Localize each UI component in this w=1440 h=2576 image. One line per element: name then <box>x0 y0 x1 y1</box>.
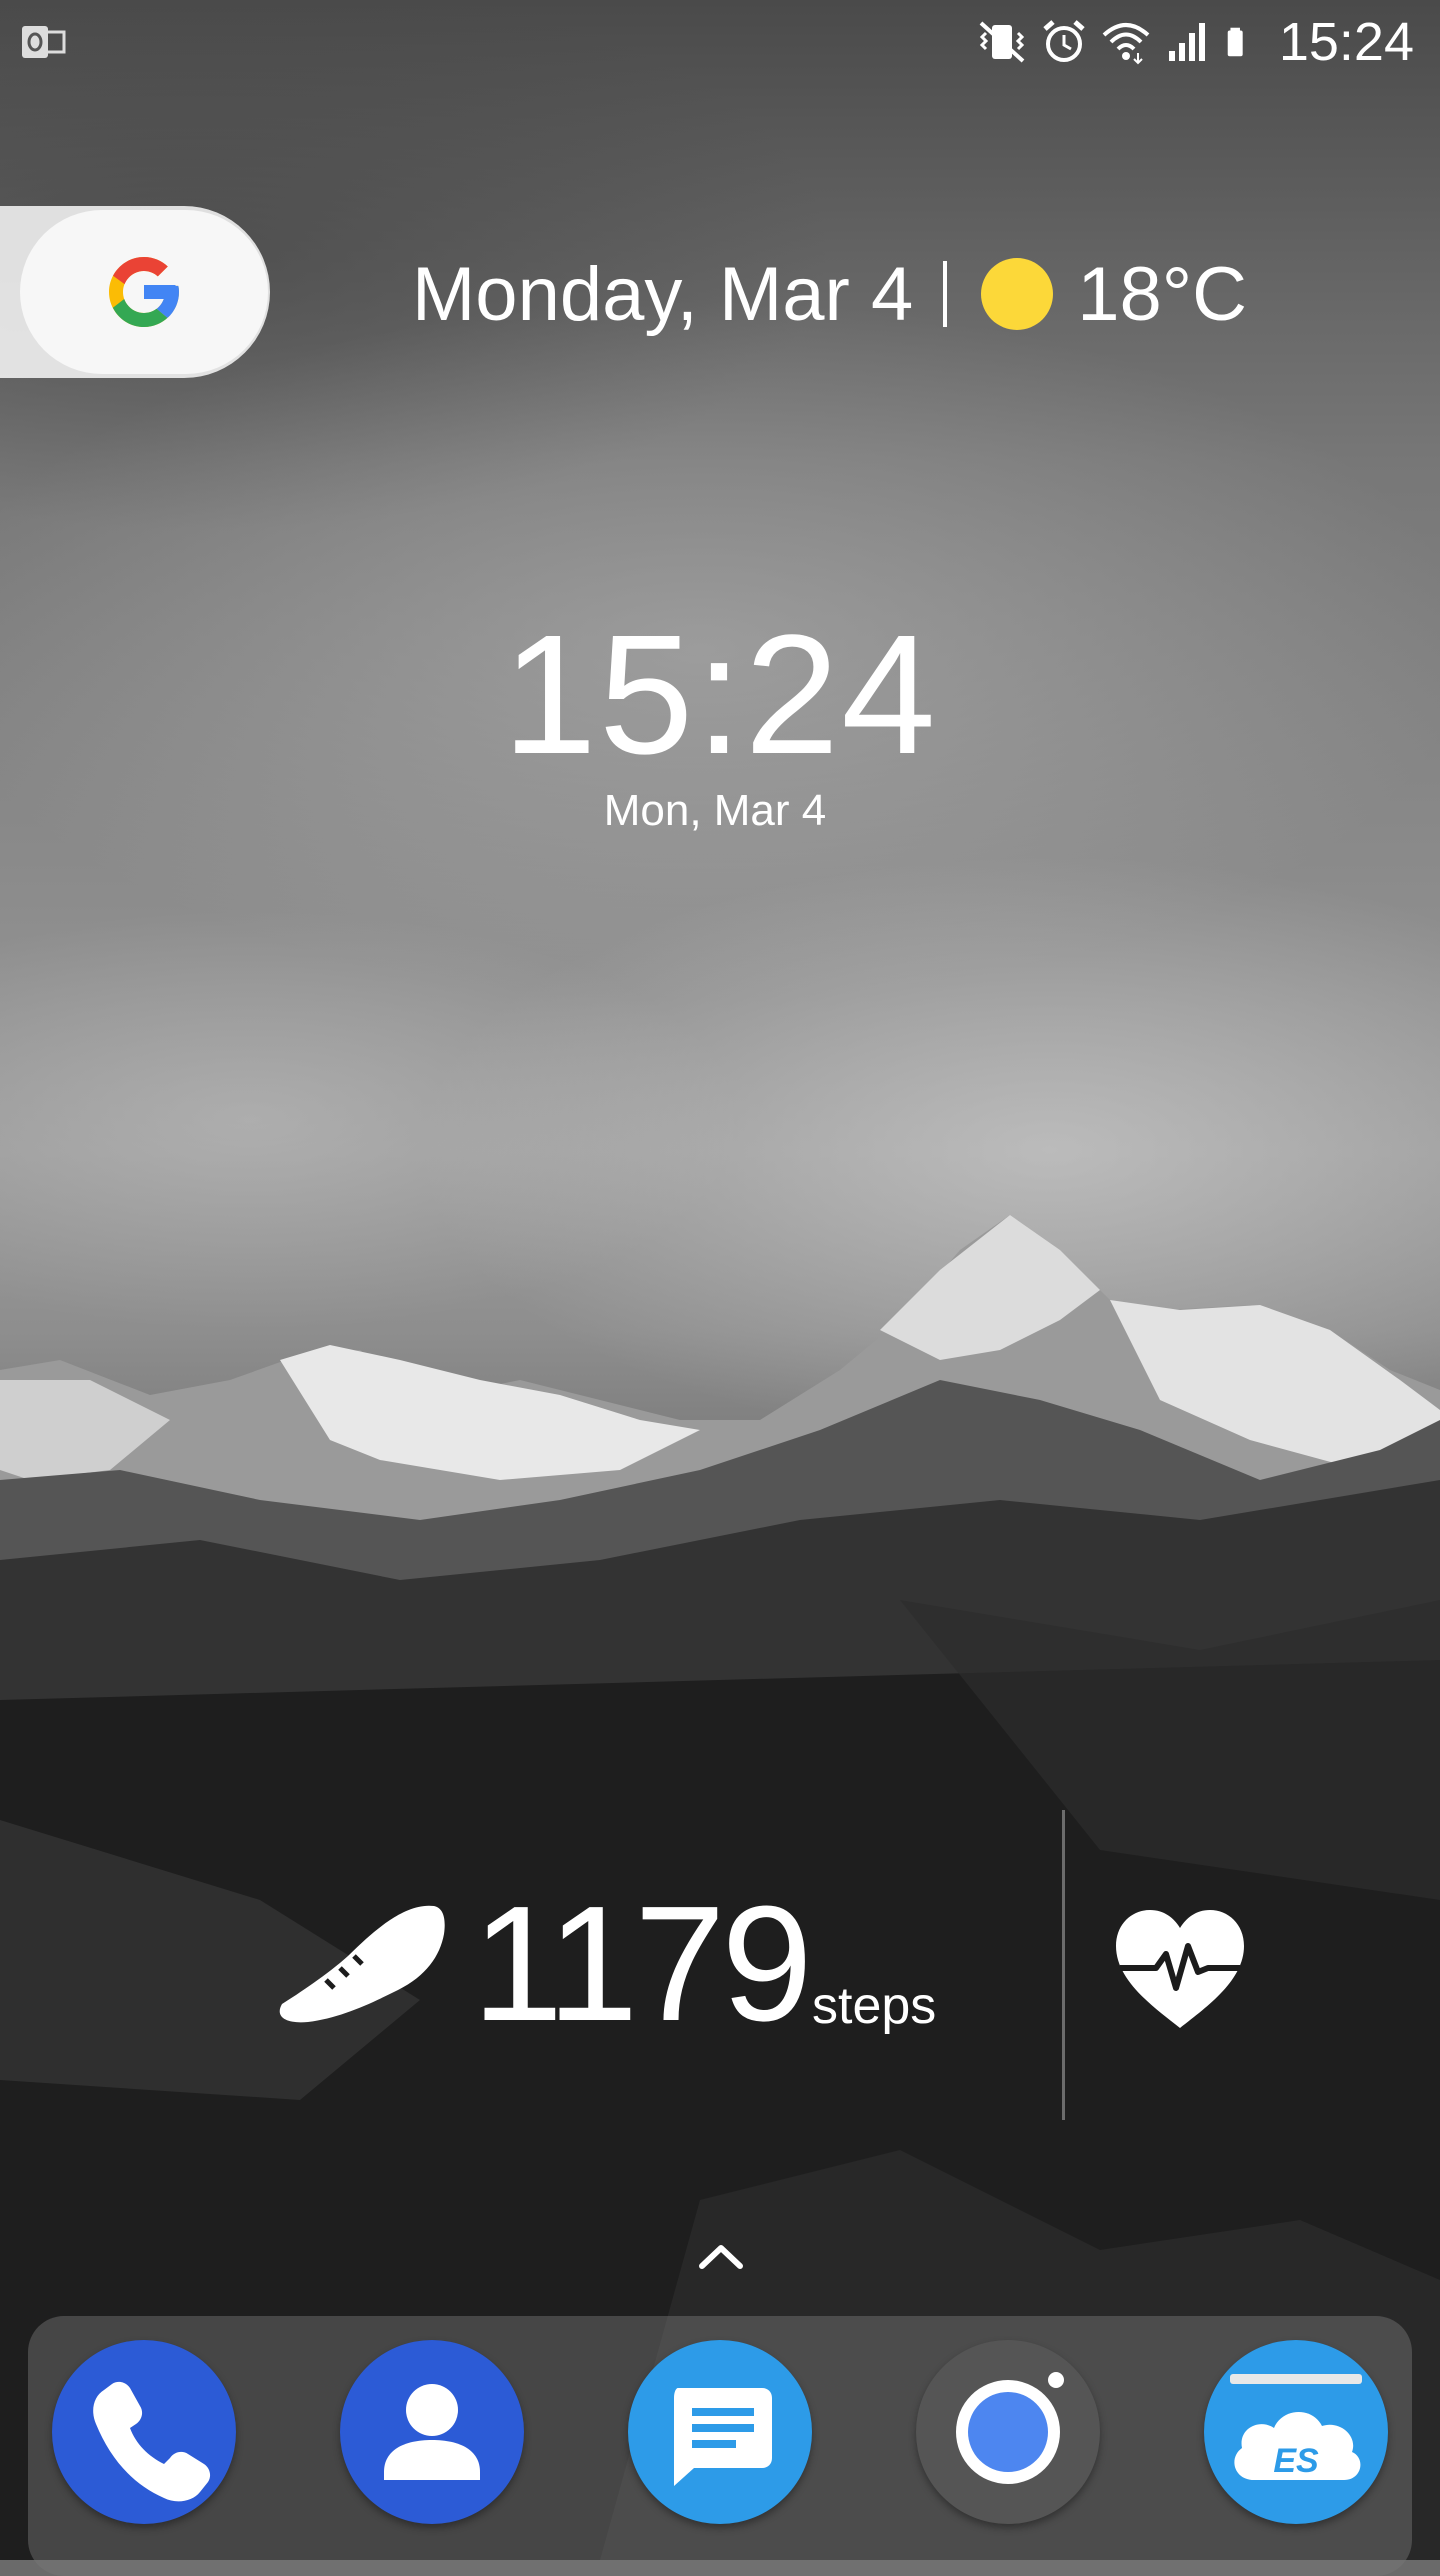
shoe-icon <box>279 1905 445 2023</box>
steps-count: 1179 <box>472 1872 813 2055</box>
health-widget[interactable]: 1179 steps <box>0 1810 1440 2120</box>
camera-app-icon[interactable] <box>916 2340 1100 2524</box>
battery-icon <box>1227 27 1243 57</box>
sun-icon[interactable] <box>981 258 1054 330</box>
es-file-explorer-icon: ES <box>1230 2374 1362 2480</box>
messages-app-icon[interactable] <box>628 2340 812 2524</box>
google-g-icon <box>109 257 179 327</box>
wallpaper <box>0 0 1440 2560</box>
chevron-up-icon[interactable] <box>696 2236 746 2276</box>
health-divider <box>1062 1810 1065 2120</box>
camera-icon <box>956 2372 1064 2484</box>
clock-time: 15:24 <box>502 600 938 790</box>
mountain-silhouette <box>0 1215 1440 2560</box>
status-bar-clock: 15:24 <box>1278 12 1414 72</box>
at-a-glance-widget[interactable]: Monday, Mar 4 18°C <box>412 244 1247 344</box>
heart-rate-icon[interactable] <box>1112 1906 1248 2030</box>
clock-widget[interactable]: 15:24 Mon, Mar 4 <box>0 610 1440 836</box>
status-bar: 15:24 <box>0 0 1440 84</box>
phone-app-icon[interactable] <box>52 2340 236 2524</box>
contacts-app-icon[interactable] <box>340 2340 524 2524</box>
google-search-widget[interactable] <box>0 206 270 378</box>
outlook-notification-icon <box>22 22 66 62</box>
alarm-icon <box>1043 20 1085 62</box>
glance-date[interactable]: Monday, Mar 4 <box>412 251 913 338</box>
messages-icon <box>674 2388 772 2486</box>
phone-icon <box>93 2381 211 2502</box>
wifi-icon <box>1102 23 1150 65</box>
svg-text:ES: ES <box>1273 2442 1319 2480</box>
vibrate-icon <box>979 21 1025 63</box>
es-file-explorer-app-icon[interactable]: ES <box>1204 2340 1388 2524</box>
clock-date: Mon, Mar 4 <box>603 786 827 835</box>
steps-label: steps <box>812 1977 937 2035</box>
glance-divider <box>943 261 948 327</box>
contacts-icon <box>384 2384 480 2480</box>
glance-temperature[interactable]: 18°C <box>1077 251 1247 338</box>
signal-icon <box>1168 23 1205 61</box>
